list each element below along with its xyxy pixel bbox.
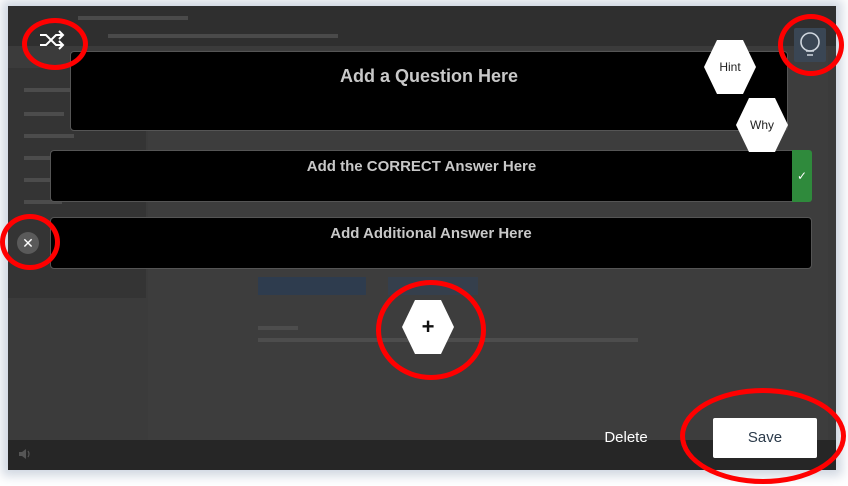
- correct-answer-input[interactable]: Add the CORRECT Answer Here: [50, 150, 792, 202]
- delete-button[interactable]: Delete: [596, 426, 656, 450]
- correct-marker[interactable]: ✓: [792, 150, 812, 202]
- correct-answer-placeholder: Add the CORRECT Answer Here: [306, 158, 537, 175]
- editor-frame: Add a Question Here Add the CORRECT Answ…: [8, 6, 836, 470]
- background-text: [258, 326, 298, 330]
- background-button: [258, 277, 366, 295]
- save-button[interactable]: Save: [713, 418, 817, 458]
- hint-label: Hint: [719, 60, 741, 74]
- additional-answer-input[interactable]: Add Additional Answer Here: [50, 217, 812, 269]
- lightbulb-icon: [800, 32, 820, 56]
- remove-answer-button[interactable]: ✕: [17, 232, 39, 254]
- plus-icon: +: [421, 314, 435, 339]
- lightbulb-button[interactable]: [794, 28, 826, 62]
- background-button: [388, 277, 478, 295]
- close-icon: ✕: [22, 235, 34, 251]
- background-bottombar: [8, 440, 836, 470]
- question-input[interactable]: Add a Question Here: [70, 51, 788, 131]
- question-placeholder: Add a Question Here: [339, 66, 519, 86]
- additional-answer-placeholder: Add Additional Answer Here: [330, 225, 532, 242]
- shuffle-icon[interactable]: [36, 26, 68, 54]
- background-topbar: [8, 6, 836, 46]
- speaker-icon: [19, 449, 30, 459]
- check-icon: ✓: [796, 169, 808, 183]
- why-label: Why: [750, 118, 774, 132]
